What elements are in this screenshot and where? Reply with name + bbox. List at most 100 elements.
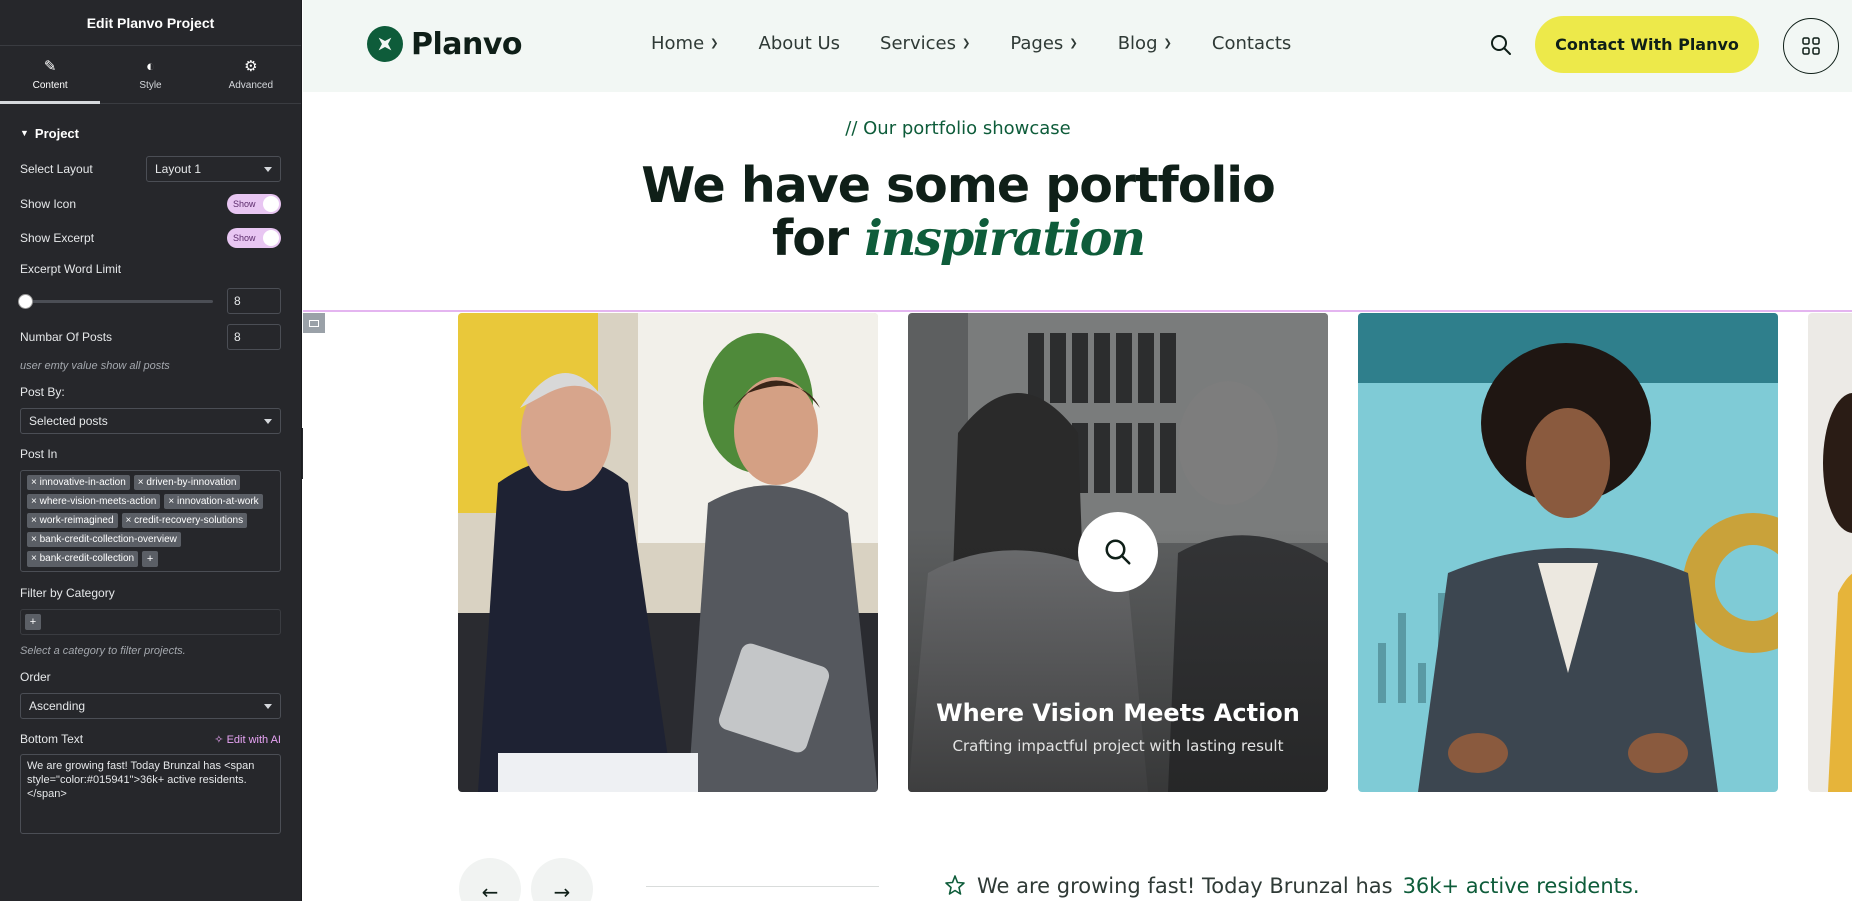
panel-title: Edit Planvo Project bbox=[0, 0, 301, 46]
grid-icon bbox=[1802, 37, 1820, 55]
tab-advanced-label: Advanced bbox=[228, 79, 274, 91]
widget-selection-outline bbox=[303, 310, 1852, 312]
edit-with-ai-button[interactable]: ✧ Edit with AI bbox=[214, 733, 281, 746]
tab-style-label: Style bbox=[139, 79, 162, 91]
arrow-left-icon: ← bbox=[481, 880, 499, 901]
menu-item-blog[interactable]: Blog ❯ bbox=[1118, 33, 1172, 54]
slider-arrows: ← → bbox=[459, 858, 593, 901]
main-menu: Home ❯ About Us Services ❯ Pages ❯ Blog ❯ Co… bbox=[651, 33, 1331, 54]
order-label: Order bbox=[20, 670, 51, 684]
toggle-text: Show bbox=[233, 233, 256, 243]
post-by-value: Selected posts bbox=[29, 414, 108, 428]
post-in-label: Post In bbox=[20, 447, 58, 461]
menu-item-pages[interactable]: Pages ❯ bbox=[1010, 33, 1077, 54]
half-circle-icon: ◐ bbox=[145, 57, 156, 75]
posts-input[interactable]: 8 bbox=[227, 324, 281, 350]
zoom-button[interactable] bbox=[1078, 512, 1158, 592]
tab-style[interactable]: ◐ Style bbox=[100, 46, 200, 103]
tab-advanced[interactable]: ⚙ Advanced bbox=[201, 46, 301, 103]
post-by-label: Post By: bbox=[20, 385, 65, 399]
toggle-text: Show bbox=[233, 199, 256, 209]
next-button[interactable]: → bbox=[531, 858, 593, 901]
add-tag-icon[interactable]: + bbox=[142, 551, 159, 567]
tag-chip[interactable]: × driven-by-innovation bbox=[133, 475, 241, 490]
menu-item-home[interactable]: Home ❯ bbox=[651, 33, 719, 54]
pencil-icon: ✎ bbox=[43, 57, 57, 75]
card-title[interactable]: Where Vision Meets Action bbox=[908, 699, 1328, 727]
posts-hint: user emty value show all posts bbox=[20, 360, 170, 372]
tag-chip[interactable]: × credit-recovery-solutions bbox=[121, 513, 248, 528]
post-in-tags[interactable]: × innovative-in-action × driven-by-innov… bbox=[20, 470, 281, 572]
arrow-right-icon: → bbox=[553, 880, 571, 901]
grid-menu-button[interactable] bbox=[1783, 18, 1839, 74]
portfolio-card[interactable] bbox=[1358, 313, 1778, 792]
bottom-text-label: Bottom Text bbox=[20, 732, 84, 746]
layout-label: Select Layout bbox=[20, 162, 93, 176]
toggle-knob bbox=[263, 230, 279, 246]
tab-content[interactable]: ✎ Content bbox=[0, 46, 101, 104]
order-select[interactable]: Ascending bbox=[20, 693, 281, 719]
tag-chip[interactable]: × innovation-at-work bbox=[164, 494, 263, 509]
tag-chip[interactable]: × where-vision-meets-action bbox=[27, 494, 161, 509]
chevron-down-icon: ❯ bbox=[1163, 38, 1172, 49]
tag-chip[interactable]: × work-reimagined bbox=[27, 513, 118, 528]
show-excerpt-toggle[interactable]: Show bbox=[227, 228, 281, 248]
layout-value: Layout 1 bbox=[155, 162, 202, 176]
tag-chip[interactable]: × bank-credit-collection-overview bbox=[27, 532, 181, 547]
chevron-down-icon: ❯ bbox=[961, 38, 971, 49]
site-preview: Planvo Home ❯ About Us Services ❯ Pages ❯ B… bbox=[303, 0, 1852, 901]
heading-line-2: for inspiration bbox=[771, 209, 1146, 267]
chevron-down-icon bbox=[264, 418, 272, 424]
filter-category-input[interactable]: + bbox=[20, 609, 281, 635]
menu-item-services[interactable]: Services ❯ bbox=[880, 33, 970, 54]
logo-mark-icon bbox=[367, 26, 403, 62]
post-by-select[interactable]: Selected posts bbox=[20, 408, 281, 434]
menu-item-about[interactable]: About Us bbox=[759, 33, 841, 54]
site-logo[interactable]: Planvo bbox=[367, 26, 523, 62]
layout-select[interactable]: Layout 1 bbox=[146, 156, 281, 182]
show-icon-toggle[interactable]: Show bbox=[227, 194, 281, 214]
chevron-down-icon: ❯ bbox=[1069, 38, 1078, 49]
layout-row: Select Layout Layout 1 bbox=[20, 156, 281, 182]
excerpt-limit-slider[interactable] bbox=[18, 293, 213, 309]
slider-thumb[interactable] bbox=[18, 293, 33, 309]
portfolio-image bbox=[1808, 313, 1852, 792]
portfolio-card[interactable] bbox=[458, 313, 878, 792]
tag-chip[interactable]: × innovative-in-action bbox=[27, 475, 130, 490]
bottom-text-row: Bottom Text ✧ Edit with AI bbox=[20, 732, 281, 746]
site-header: Planvo Home ❯ About Us Services ❯ Pages ❯ B… bbox=[303, 0, 1852, 92]
filter-hint: Select a category to filter projects. bbox=[20, 645, 186, 657]
show-icon-label: Show Icon bbox=[20, 197, 77, 211]
section-heading: We have some portfolio for inspiration bbox=[303, 160, 1613, 265]
show-icon-row: Show Icon Show bbox=[20, 194, 281, 214]
excerpt-limit-label: Excerpt Word Limit bbox=[20, 262, 122, 276]
bottom-text-prefix: We are growing fast! Today Brunzal has bbox=[977, 874, 1393, 898]
posts-row: Numbar Of Posts 8 bbox=[20, 324, 281, 350]
panel-tabs: ✎ Content ◐ Style ⚙ Advanced bbox=[0, 46, 301, 104]
chevron-down-icon bbox=[264, 166, 272, 172]
logo-text: Planvo bbox=[411, 26, 523, 62]
prev-button[interactable]: ← bbox=[459, 858, 521, 901]
tag-chip[interactable]: × bank-credit-collection bbox=[27, 551, 139, 567]
add-category-icon[interactable]: + bbox=[25, 614, 41, 630]
show-excerpt-label: Show Excerpt bbox=[20, 231, 95, 245]
toggle-knob bbox=[263, 196, 279, 212]
widget-handle[interactable] bbox=[303, 313, 325, 333]
portfolio-card[interactable] bbox=[1808, 313, 1852, 792]
bottom-text-textarea[interactable]: We are growing fast! Today Brunzal has <… bbox=[20, 754, 281, 834]
menu-item-contacts[interactable]: Contacts bbox=[1212, 33, 1291, 54]
gear-icon: ⚙ bbox=[244, 57, 258, 75]
search-icon[interactable] bbox=[1489, 33, 1513, 57]
search-icon bbox=[1105, 539, 1131, 565]
caret-down-icon: ▼ bbox=[20, 128, 29, 138]
project-section: ▼ Project Select Layout Layout 1 Show Ic… bbox=[0, 104, 301, 837]
contact-cta-button[interactable]: Contact With Planvo bbox=[1535, 16, 1759, 73]
section-subtitle: // Our portfolio showcase bbox=[845, 118, 1071, 139]
portfolio-card-active[interactable]: Where Vision Meets Action Crafting impac… bbox=[908, 313, 1328, 792]
tab-content-label: Content bbox=[32, 79, 68, 91]
card-excerpt: Crafting impactful project with lasting … bbox=[952, 737, 1284, 755]
divider bbox=[646, 886, 879, 887]
section-header[interactable]: ▼ Project bbox=[20, 104, 281, 162]
posts-label: Numbar Of Posts bbox=[20, 330, 113, 344]
excerpt-limit-input[interactable]: 8 bbox=[227, 288, 281, 314]
